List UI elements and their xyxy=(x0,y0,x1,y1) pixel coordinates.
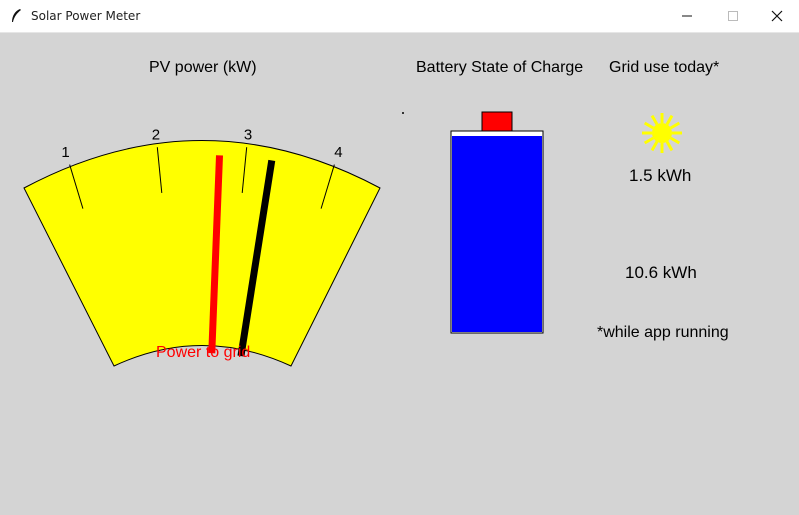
sun-ray xyxy=(665,114,674,126)
battery-title: Battery State of Charge xyxy=(416,59,584,76)
pv-power-gauge: 1 2 3 4 xyxy=(23,126,381,367)
sun-ray xyxy=(669,136,681,145)
gauge-tick-label-4: 4 xyxy=(334,144,342,161)
app-canvas: PV power (kW) Battery State of Charge Gr… xyxy=(0,33,799,515)
gauge-tick-label-3: 3 xyxy=(244,126,252,143)
battery-gauge xyxy=(450,111,544,334)
window-title: Solar Power Meter xyxy=(31,9,141,23)
sun-disc xyxy=(652,123,672,143)
sun-ray xyxy=(643,121,655,130)
sun-ray xyxy=(650,114,659,126)
close-button[interactable] xyxy=(754,0,799,32)
stray-dot xyxy=(402,112,404,114)
day-grid-use-value: 1.5 kWh xyxy=(629,166,692,185)
sun-ray xyxy=(643,136,655,145)
sun-ray xyxy=(669,121,681,130)
gauge-tick-label-1: 1 xyxy=(61,144,69,161)
title-bar[interactable]: Solar Power Meter xyxy=(0,0,799,33)
grid-use-title: Grid use today* xyxy=(609,59,720,76)
battery-charge-fill xyxy=(452,136,542,332)
pv-meter-title: PV power (kW) xyxy=(149,59,257,76)
minimize-icon xyxy=(682,15,692,17)
gauge-tick-label-2: 2 xyxy=(152,126,160,143)
maximize-button[interactable] xyxy=(710,0,756,32)
night-grid-use-value: 10.6 kWh xyxy=(625,263,697,282)
battery-terminal xyxy=(481,111,513,133)
sun-ray xyxy=(650,140,659,152)
power-to-grid-label: Power to grid xyxy=(156,344,251,361)
sun-ray xyxy=(665,140,674,152)
minimize-button[interactable] xyxy=(664,0,710,32)
gauge-face xyxy=(23,140,381,367)
feather-icon xyxy=(12,9,21,22)
maximize-icon xyxy=(728,11,738,21)
sun-icon xyxy=(642,113,682,153)
footnote: *while app running xyxy=(597,324,729,341)
moon-icon xyxy=(655,221,666,243)
close-icon xyxy=(771,10,783,22)
